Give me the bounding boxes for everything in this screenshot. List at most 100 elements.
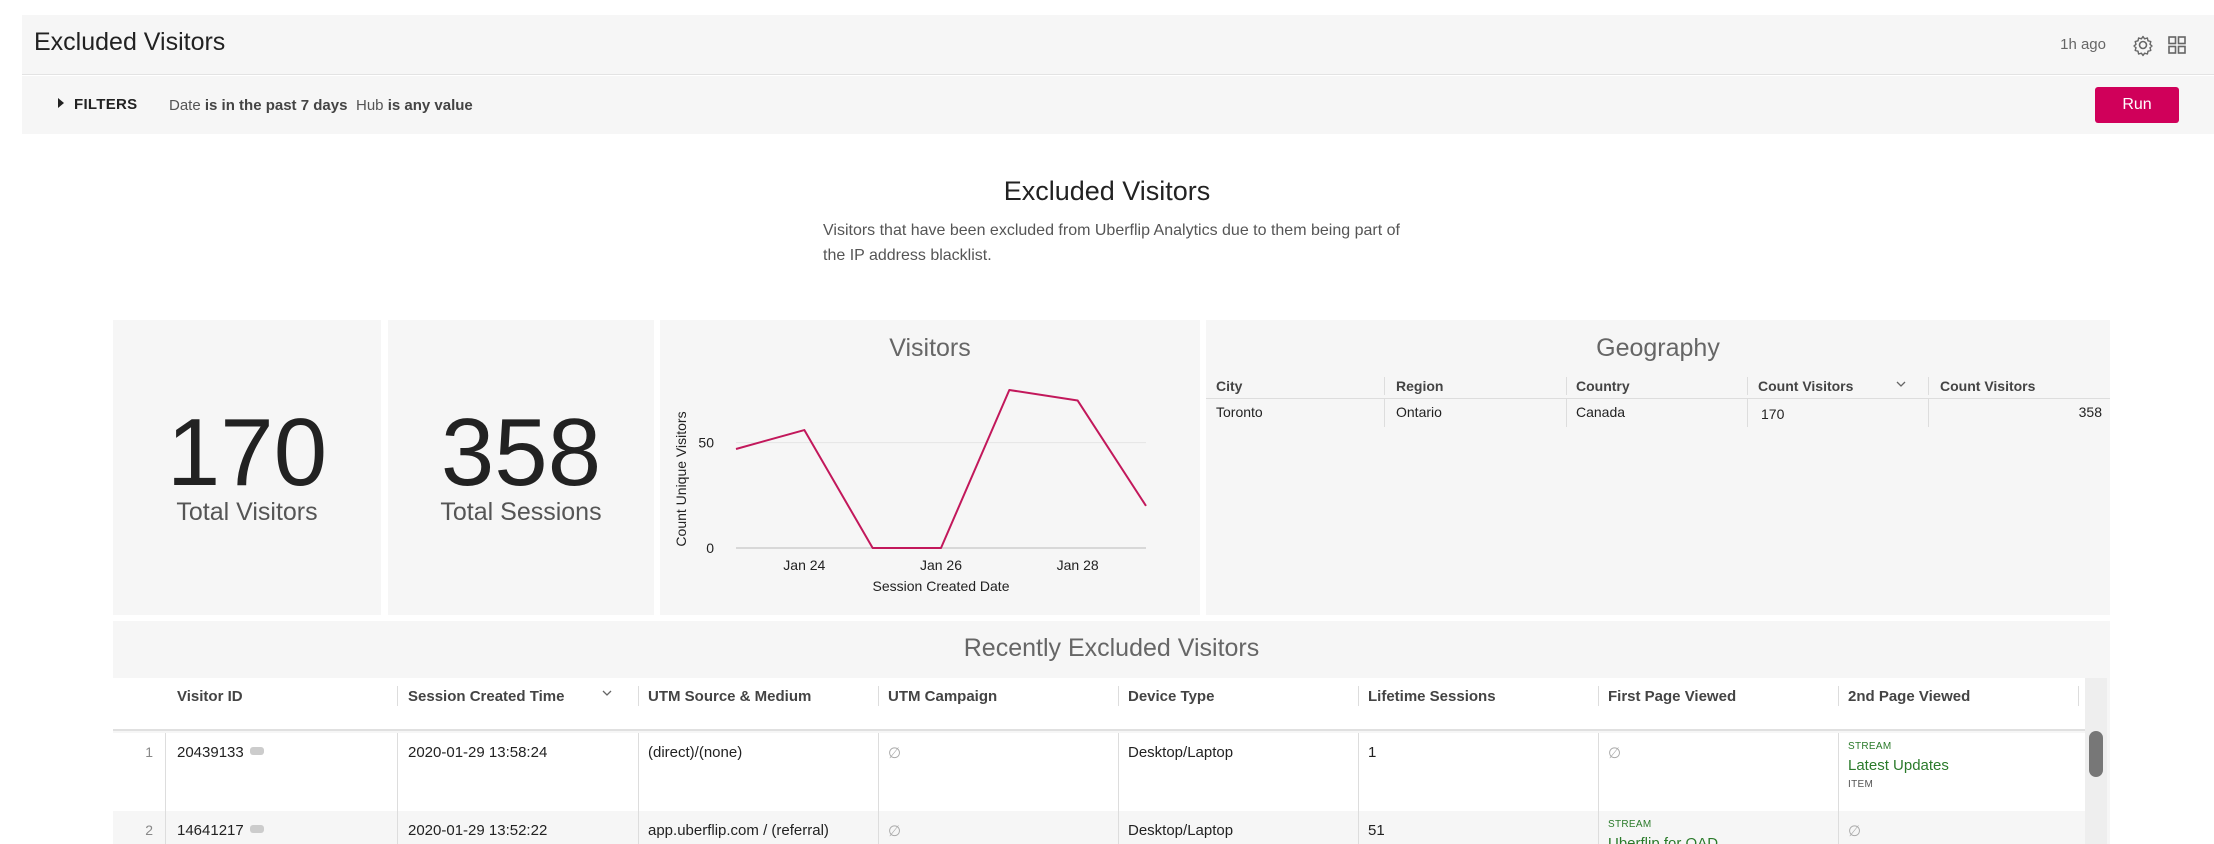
column-divider	[1838, 686, 1839, 706]
total-visitors-tile: 170 Total Visitors	[113, 320, 381, 615]
cell-device-type: Desktop/Laptop	[1128, 822, 1234, 839]
page-title: Excluded Visitors	[34, 28, 226, 56]
cell-country: Canada	[1576, 404, 1626, 420]
col-city[interactable]: City	[1216, 378, 1242, 394]
stream-tag: STREAM	[1848, 741, 1892, 752]
recent-title: Recently Excluded Visitors	[963, 634, 1260, 662]
column-divider	[878, 811, 879, 844]
col-first-page-viewed[interactable]: First Page Viewed	[1608, 688, 1736, 705]
sort-desc-icon[interactable]	[1894, 377, 1908, 394]
cell-utm-source: (direct)/(none)	[648, 744, 743, 761]
col-lifetime-sessions[interactable]: Lifetime Sessions	[1368, 688, 1496, 705]
stream-tag: STREAM	[1608, 819, 1652, 830]
col-country[interactable]: Country	[1576, 378, 1630, 394]
filter-condition: is in the past 7 days	[204, 97, 348, 114]
cell-first-page[interactable]: STREAM Uberflip for QAD	[1608, 815, 1718, 844]
filter-hub[interactable]: Hub is any value	[356, 97, 473, 114]
column-divider	[1928, 377, 1929, 395]
cell-lifetime-sessions: 51	[1368, 822, 1385, 839]
gear-icon[interactable]	[2130, 32, 2156, 58]
geography-header: City Region Country Count Visitors Count…	[1206, 373, 2110, 399]
visitor-id-value: 20439133	[177, 744, 244, 761]
page-link[interactable]: Latest Updates	[1848, 756, 1949, 775]
col-region[interactable]: Region	[1396, 378, 1443, 394]
run-button[interactable]: Run	[2095, 87, 2179, 123]
caret-right-icon	[58, 98, 64, 108]
row-number: 2	[145, 822, 153, 838]
cell-session-time: 2020-01-29 13:52:22	[408, 822, 548, 839]
filter-field: Hub	[356, 97, 384, 114]
column-divider	[1838, 811, 1839, 844]
column-divider	[638, 686, 639, 706]
scrollbar-thumb[interactable]	[2089, 731, 2103, 777]
column-divider	[397, 686, 398, 706]
table-row: Toronto Ontario Canada 170 358	[1206, 399, 2110, 427]
column-divider	[878, 686, 879, 706]
filter-date[interactable]: Date is in the past 7 days	[169, 97, 347, 114]
last-updated-label: 1h ago	[2060, 36, 2106, 53]
visitor-id-value: 14641217	[177, 822, 244, 839]
column-divider	[1598, 686, 1599, 706]
recent-visitors-table: Visitor ID Session Created Time UTM Sour…	[113, 678, 2085, 844]
filter-condition: is any value	[387, 97, 473, 114]
page-link[interactable]: Uberflip for QAD	[1608, 834, 1718, 844]
column-divider	[397, 733, 398, 811]
cell-second-page[interactable]: STREAM Latest Updates ITEM	[1848, 737, 1949, 794]
column-divider	[1838, 733, 1839, 811]
column-divider	[1384, 399, 1385, 427]
more-icon[interactable]	[249, 747, 264, 755]
col-count-visitors[interactable]: Count Visitors	[1758, 378, 1853, 394]
more-icon[interactable]	[249, 825, 264, 833]
y-tick-label: 0	[706, 540, 714, 556]
cell-count-visitors: 170	[1761, 406, 1785, 422]
col-count-sessions[interactable]: Count Visitors	[1940, 378, 2035, 394]
grid-icon[interactable]	[2164, 32, 2190, 58]
cell-visitor-id: 20439133	[177, 744, 264, 761]
column-divider	[1118, 686, 1119, 706]
total-sessions-value: 358	[440, 399, 602, 506]
column-divider	[1358, 733, 1359, 811]
column-divider	[165, 733, 166, 811]
col-visitor-id[interactable]: Visitor ID	[177, 688, 243, 705]
column-divider	[1566, 377, 1567, 395]
geography-title: Geography	[1596, 334, 1720, 362]
column-divider	[1358, 686, 1359, 706]
total-visitors-label: Total Visitors	[176, 498, 318, 526]
x-tick-label: Jan 24	[783, 557, 825, 573]
dashboard-header: Excluded Visitors 1h ago	[22, 15, 2214, 75]
column-divider	[165, 811, 166, 844]
geography-table: City Region Country Count Visitors Count…	[1206, 373, 2110, 427]
null-icon: ∅	[888, 823, 902, 840]
col-second-page-viewed[interactable]: 2nd Page Viewed	[1848, 688, 1970, 705]
total-sessions-label: Total Sessions	[440, 498, 602, 526]
col-utm-source-medium[interactable]: UTM Source & Medium	[648, 688, 811, 705]
total-visitors-value: 170	[166, 399, 328, 506]
table-row[interactable]: 1 20439133 2020-01-29 13:58:24 (direct)/…	[113, 733, 2085, 811]
col-device-type[interactable]: Device Type	[1128, 688, 1214, 705]
cell-device-type: Desktop/Laptop	[1128, 744, 1234, 761]
cell-session-time: 2020-01-29 13:58:24	[408, 744, 548, 761]
col-utm-campaign[interactable]: UTM Campaign	[888, 688, 997, 705]
cell-count-sessions: 358	[2078, 404, 2102, 420]
null-icon: ∅	[1848, 823, 1862, 840]
column-divider	[1358, 811, 1359, 844]
filter-bar: FILTERS Date is in the past 7 days Hub i…	[22, 76, 2214, 134]
column-divider	[1566, 399, 1567, 427]
filters-toggle[interactable]: FILTERS	[58, 96, 137, 113]
y-axis-title: Count Unique Visitors	[673, 411, 689, 546]
dashboard-title: Excluded Visitors	[1003, 176, 1211, 206]
row-number: 1	[145, 744, 153, 760]
visitors-line-chart: 0 50 Jan 24 Jan 26 Jan 28 Session Created Dat…	[673, 389, 1147, 594]
filter-field: Date	[169, 97, 201, 114]
sort-desc-icon[interactable]	[600, 686, 614, 704]
column-divider	[397, 811, 398, 844]
table-scrollbar[interactable]	[2085, 678, 2107, 844]
cell-visitor-id: 14641217	[177, 822, 264, 839]
column-divider	[1118, 811, 1119, 844]
column-divider	[1598, 811, 1599, 844]
table-row[interactable]: 2 14641217 2020-01-29 13:52:22 app.uberf…	[113, 811, 2085, 844]
column-divider	[1928, 399, 1929, 427]
null-icon: ∅	[1608, 745, 1622, 762]
col-session-created-time[interactable]: Session Created Time	[408, 688, 564, 705]
column-divider	[1598, 733, 1599, 811]
